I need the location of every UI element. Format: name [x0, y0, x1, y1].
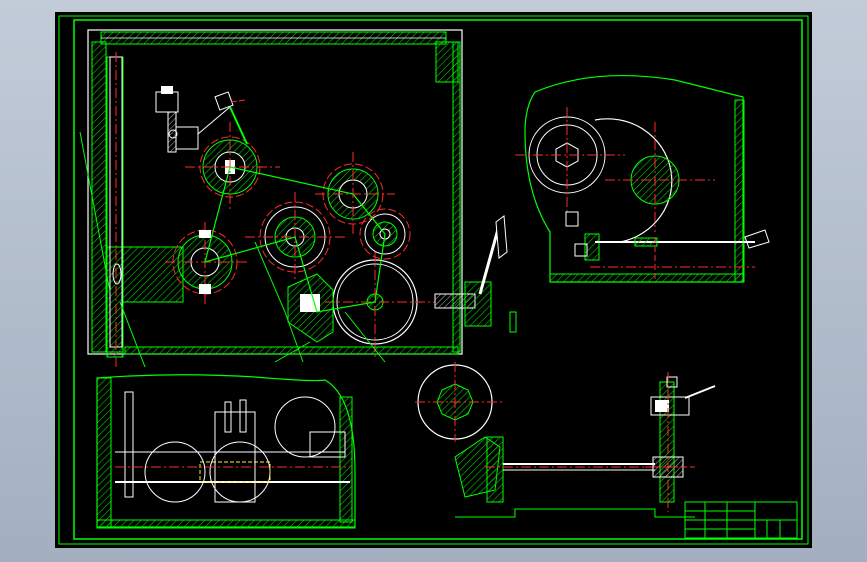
- partial-view: [415, 362, 695, 518]
- main-section-view: [79, 29, 517, 368]
- top-section-view: [96, 374, 356, 529]
- side-view: [515, 74, 770, 283]
- detail-view: [645, 372, 716, 512]
- drawing-svg: [58, 15, 809, 545]
- title-block: [684, 501, 798, 539]
- cad-drawing-canvas: [55, 12, 812, 548]
- lever-icon: [495, 215, 508, 259]
